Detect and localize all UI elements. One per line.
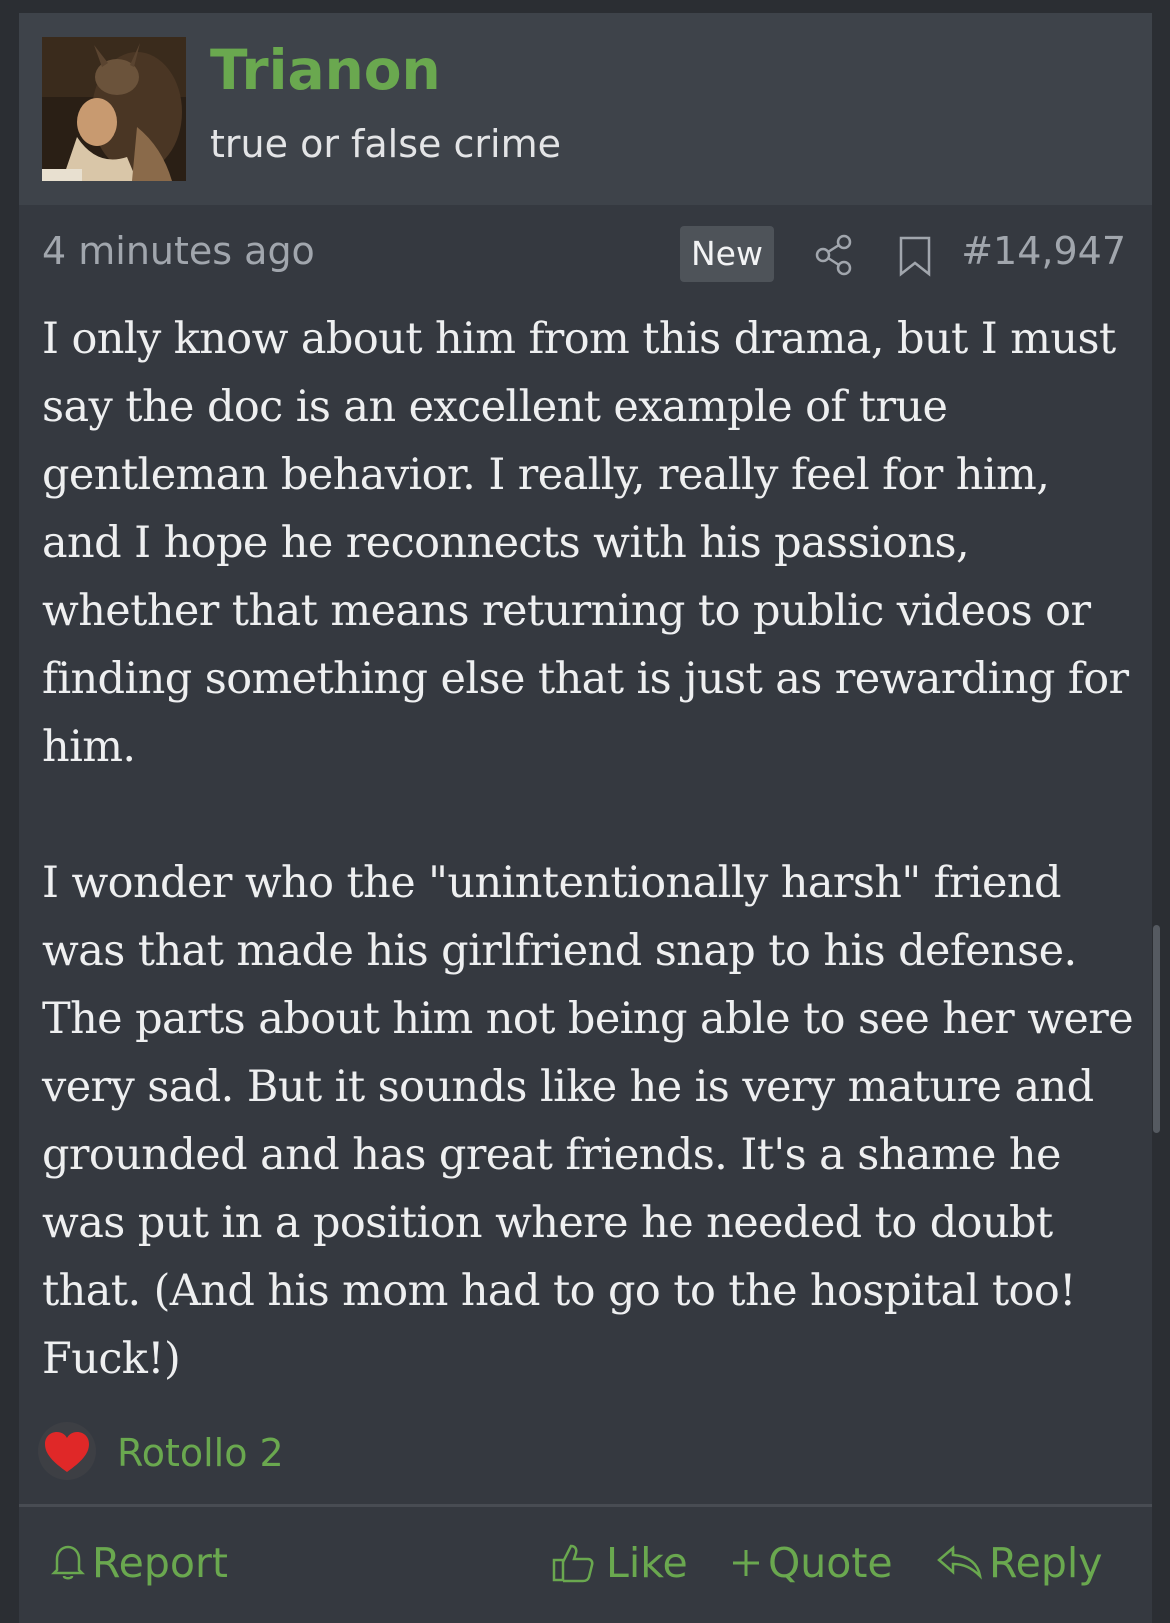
bell-icon — [51, 1545, 85, 1580]
like-label: Like — [606, 1539, 688, 1587]
report-label: Report — [92, 1539, 228, 1587]
new-badge: New — [680, 226, 774, 282]
quote-button[interactable]: Quote — [730, 1538, 900, 1588]
post-paragraph: I only know about him from this drama, b… — [42, 314, 1129, 772]
quote-label: Quote — [768, 1539, 893, 1587]
plus-icon — [733, 1550, 759, 1576]
forum-post: Trianon true or false crime 4 minutes ag… — [19, 13, 1152, 1623]
avatar[interactable] — [42, 37, 186, 181]
reply-button[interactable]: Reply — [936, 1538, 1106, 1588]
thumbs-up-icon — [552, 1544, 594, 1583]
post-timestamp[interactable]: 4 minutes ago — [42, 232, 315, 270]
bookmark-icon[interactable] — [898, 235, 932, 277]
share-icon[interactable] — [814, 233, 854, 277]
post-body: I only know about him from this drama, b… — [42, 305, 1137, 1393]
reaction-users-link[interactable]: Rotollo 2 — [117, 1434, 284, 1472]
heart-icon — [38, 1422, 96, 1480]
like-button[interactable]: Like — [551, 1538, 691, 1588]
reply-label: Reply — [989, 1539, 1103, 1587]
scrollbar[interactable] — [1153, 925, 1160, 1133]
user-title: true or false crime — [210, 122, 561, 166]
divider — [19, 1504, 1152, 1507]
post-paragraph: I wonder who the "unintentionally harsh"… — [42, 858, 1134, 1384]
report-button[interactable]: Report — [51, 1538, 241, 1588]
username[interactable]: Trianon — [210, 43, 441, 98]
reply-icon — [937, 1545, 982, 1580]
post-number-link[interactable]: #14,947 — [961, 232, 1126, 270]
post-header: Trianon true or false crime — [19, 13, 1152, 205]
